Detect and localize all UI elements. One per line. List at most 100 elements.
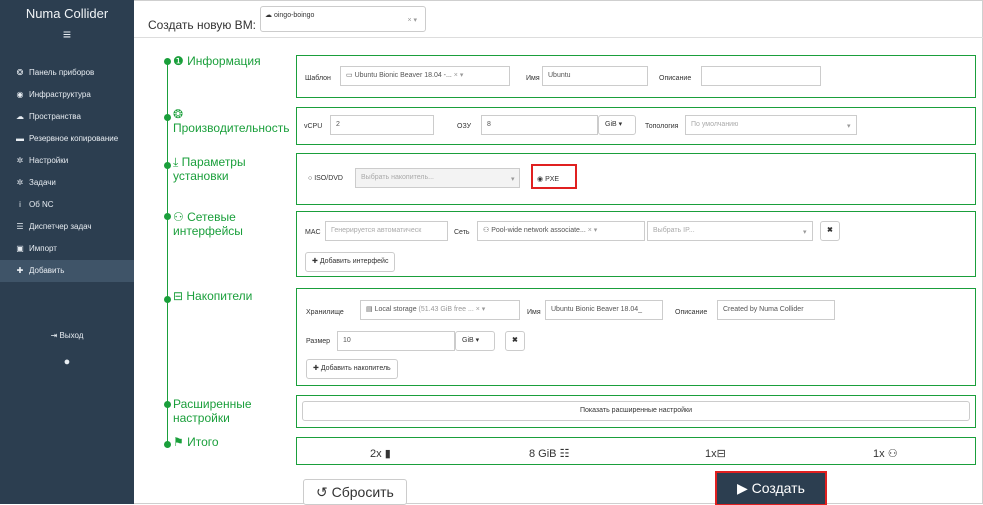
logout-link[interactable]: ⇥ Выход	[0, 331, 134, 340]
hdd-icon: ⊟	[716, 448, 726, 460]
iso-select[interactable]: Выбрать накопитель...	[355, 168, 520, 188]
sidebar-nav: ❂ Панель приборов ◉ Инфраструктура ☁ Простр…	[0, 62, 134, 282]
memory-icon: ☷	[559, 448, 570, 460]
sidebar-item-infrastructure[interactable]: ◉ Инфраструктура	[0, 84, 134, 106]
logout-label: Выход	[59, 331, 84, 340]
brand-title: Numa Collider	[25, 6, 109, 21]
disk-size-label: Размер	[306, 338, 331, 345]
clear-chevron-icon[interactable]: × ▾	[407, 16, 417, 24]
plus-icon: ✚	[313, 365, 321, 372]
info-icon: i	[19, 200, 21, 209]
template-select[interactable]: ▭ Ubuntu Bionic Beaver 18.04 -... × ▾	[340, 66, 510, 86]
step-dot	[164, 441, 171, 448]
network-select[interactable]: ⚇ Pool-wide network associate... × ▾	[477, 221, 645, 241]
sidebar: Numa Collider ≡ ❂ Панель приборов ◉ Инфрас…	[0, 0, 134, 504]
close-icon: ✖	[512, 337, 518, 344]
cpu-icon: ▮	[384, 448, 391, 460]
sitemap-icon: ⚇	[887, 448, 898, 460]
sidebar-item-about[interactable]: i Об NC	[0, 194, 134, 216]
sidebar-item-backup[interactable]: ▬ Резервное копирование	[0, 128, 134, 150]
clear-chevron-icon[interactable]: × ▾	[476, 306, 486, 313]
add-disk-button[interactable]: ✚ Добавить накопитель	[306, 359, 398, 379]
globe-icon: ◉	[16, 90, 24, 99]
step-dot	[164, 296, 171, 303]
name-input[interactable]: Ubuntu	[542, 66, 648, 86]
section-title-storage: ⊟ Накопители	[173, 289, 253, 303]
section-title-advanced: Расширенные настройки	[173, 397, 252, 425]
storage-repo-select[interactable]: ▤ Local storage (51.43 GiB free ... × ▾	[360, 300, 520, 320]
pxe-highlight	[531, 164, 577, 189]
vcpu-label: vCPU	[304, 123, 323, 130]
mac-input[interactable]: Генерируется автоматическ	[325, 221, 448, 241]
page-header: Создать новую ВМ: ☁ oingo-boingo × ▾	[134, 0, 983, 38]
section-title-install: ⤓ Параметры установки	[173, 155, 246, 183]
iso-radio[interactable]: ○ ISO/DVD	[308, 175, 343, 182]
dashboard-icon: ❂	[16, 68, 24, 77]
cloud-icon: ☁	[16, 112, 24, 121]
sidebar-item-settings[interactable]: ✲ Настройки	[0, 150, 134, 172]
step-dot	[164, 162, 171, 169]
menu-toggle-icon[interactable]: ≡	[0, 26, 134, 42]
description-label: Описание	[659, 75, 692, 82]
sidebar-item-import[interactable]: ▣ Импорт	[0, 238, 134, 260]
section-title-info: ❶ Информация	[173, 54, 261, 68]
disk-size-input[interactable]: 10	[337, 331, 455, 351]
sidebar-item-add[interactable]: ✚ Добавить	[0, 260, 134, 282]
summary-networks: 1x ⚇	[873, 448, 898, 460]
summary-ram: 8 GiB ☷	[529, 448, 570, 460]
ram-input[interactable]: 8	[481, 115, 598, 135]
sidebar-item-label: Задачи	[29, 178, 56, 187]
page-title: Создать новую ВМ:	[148, 18, 257, 32]
ip-select[interactable]: Выбрать IP...	[647, 221, 813, 241]
network-panel: MAC Генерируется автоматическ Сеть ⚇ Poo…	[296, 211, 976, 277]
mac-label: MAC	[305, 229, 321, 236]
chevron-down-icon[interactable]: ▾	[803, 228, 807, 236]
remove-interface-button[interactable]: ✖	[820, 221, 840, 241]
show-advanced-button[interactable]: Показать расширенные настройки	[302, 401, 970, 421]
sidebar-item-tasks[interactable]: ✲ Задачи	[0, 172, 134, 194]
clear-chevron-icon[interactable]: × ▾	[588, 227, 598, 234]
info-panel: Шаблон ▭ Ubuntu Bionic Beaver 18.04 -...…	[296, 55, 976, 98]
sidebar-item-label: Пространства	[29, 112, 81, 121]
disk-size-unit-dropdown[interactable]: GiB ▾	[455, 331, 495, 351]
pool-select-value: ☁ oingo-boingo	[265, 12, 315, 19]
pool-select[interactable]: ☁ oingo-boingo × ▾	[260, 6, 426, 32]
sitemap-icon: ⚇	[483, 227, 492, 234]
download-icon: ⤓	[173, 155, 182, 169]
sidebar-item-spaces[interactable]: ☁ Пространства	[0, 106, 134, 128]
storage-panel: Хранилище ▤ Local storage (51.43 GiB fre…	[296, 288, 976, 386]
ram-unit-dropdown[interactable]: GiB ▾	[598, 115, 636, 135]
chevron-down-icon[interactable]: ▾	[847, 122, 851, 130]
plus-icon: ✚	[312, 258, 320, 265]
hdd-icon: ⊟	[173, 289, 187, 303]
storage-repo-label: Хранилище	[306, 309, 344, 316]
create-button[interactable]: ▶ Создать	[715, 471, 827, 505]
close-icon: ✖	[827, 227, 833, 234]
gears-icon: ✲	[16, 178, 24, 187]
step-dot	[164, 114, 171, 121]
add-interface-button[interactable]: ✚ Добавить интерфейс	[305, 252, 396, 272]
user-icon[interactable]: ●	[0, 356, 134, 368]
desktop-icon: ▭	[346, 72, 355, 79]
topology-label: Топология	[645, 123, 679, 130]
cloud-icon: ☁	[265, 12, 274, 19]
clear-chevron-icon[interactable]: × ▾	[454, 72, 464, 79]
flag-icon: ⚑	[173, 435, 188, 449]
disk-name-input[interactable]: Ubuntu Bionic Beaver 18.04_	[545, 300, 663, 320]
topology-select[interactable]: По умолчанию	[685, 115, 857, 135]
sidebar-item-label: Резервное копирование	[29, 134, 119, 143]
disk-description-input[interactable]: Created by Numa Collider	[717, 300, 835, 320]
disk-description-label: Описание	[675, 309, 708, 316]
sitemap-icon: ⚇	[173, 210, 188, 224]
summary-disks: 1x⊟	[705, 448, 726, 460]
sidebar-item-task-manager[interactable]: ☰ Диспетчер задач	[0, 216, 134, 238]
vcpu-input[interactable]: 2	[330, 115, 434, 135]
reset-button[interactable]: ↺ Сбросить	[303, 479, 407, 505]
sidebar-item-dashboard[interactable]: ❂ Панель приборов	[0, 62, 134, 84]
disk-name-label: Имя	[527, 309, 541, 316]
chevron-down-icon[interactable]: ▾	[511, 175, 515, 183]
description-input[interactable]	[701, 66, 821, 86]
dashboard-icon: ❂	[173, 107, 184, 121]
database-icon: ▤	[366, 306, 375, 313]
remove-disk-button[interactable]: ✖	[505, 331, 525, 351]
